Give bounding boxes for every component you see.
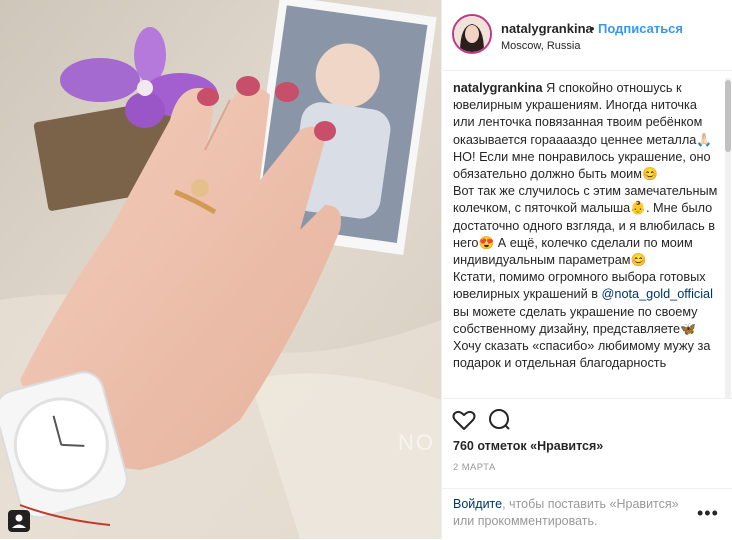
avatar[interactable]	[452, 14, 492, 54]
post-actions: 760 отметок «Нравится» 2 МАРТА	[442, 398, 732, 489]
caption-paragraph-1: Я спокойно отношусь к ювелирным украшени…	[453, 81, 713, 182]
likes-count[interactable]: 760 отметок «Нравится»	[453, 439, 603, 453]
post-photo	[0, 0, 441, 539]
login-prompt: Войдите, чтобы поставить «Нравится» или …	[453, 496, 693, 530]
post-header: natalygrankina • Подписаться Moscow, Rus…	[442, 0, 732, 71]
comment-icon[interactable]	[487, 407, 513, 433]
heart-icon[interactable]	[451, 407, 477, 433]
follow-button[interactable]: Подписаться	[598, 21, 683, 36]
location-link[interactable]: Moscow, Russia	[501, 40, 580, 52]
photo-watermark: NO	[398, 430, 435, 455]
login-link[interactable]: Войдите	[453, 497, 502, 511]
post-sidebar: natalygrankina • Подписаться Moscow, Rus…	[441, 0, 732, 539]
photo-illustration	[0, 0, 441, 539]
post-caption: natalygrankina Я спокойно отношусь к юве…	[453, 80, 719, 398]
caption-paragraph-4: Хочу сказать «спасибо» любимому мужу за …	[453, 339, 711, 371]
post-date: 2 МАРТА	[453, 462, 496, 473]
more-options-button[interactable]: •••	[697, 503, 719, 524]
username-link[interactable]: natalygrankina	[501, 21, 593, 36]
scrollbar-thumb[interactable]	[725, 80, 731, 152]
mention-link[interactable]: @nota_gold_official	[602, 287, 713, 301]
post-footer: Войдите, чтобы поставить «Нравится» или …	[442, 488, 732, 540]
caption-paragraph-2: Вот так же случилось с этим замечательны…	[453, 184, 718, 268]
caption-author[interactable]: natalygrankina	[453, 81, 543, 95]
caption-scrollbar[interactable]	[725, 78, 731, 398]
caption-paragraph-3b: вы можете сделать украшение по своему со…	[453, 304, 698, 336]
user-tag-icon[interactable]	[8, 510, 30, 532]
login-text-a: , чтобы поставить «Нравится»	[502, 497, 679, 511]
login-text-b: или прокомментировать.	[453, 514, 598, 528]
separator-dot: •	[590, 21, 595, 36]
